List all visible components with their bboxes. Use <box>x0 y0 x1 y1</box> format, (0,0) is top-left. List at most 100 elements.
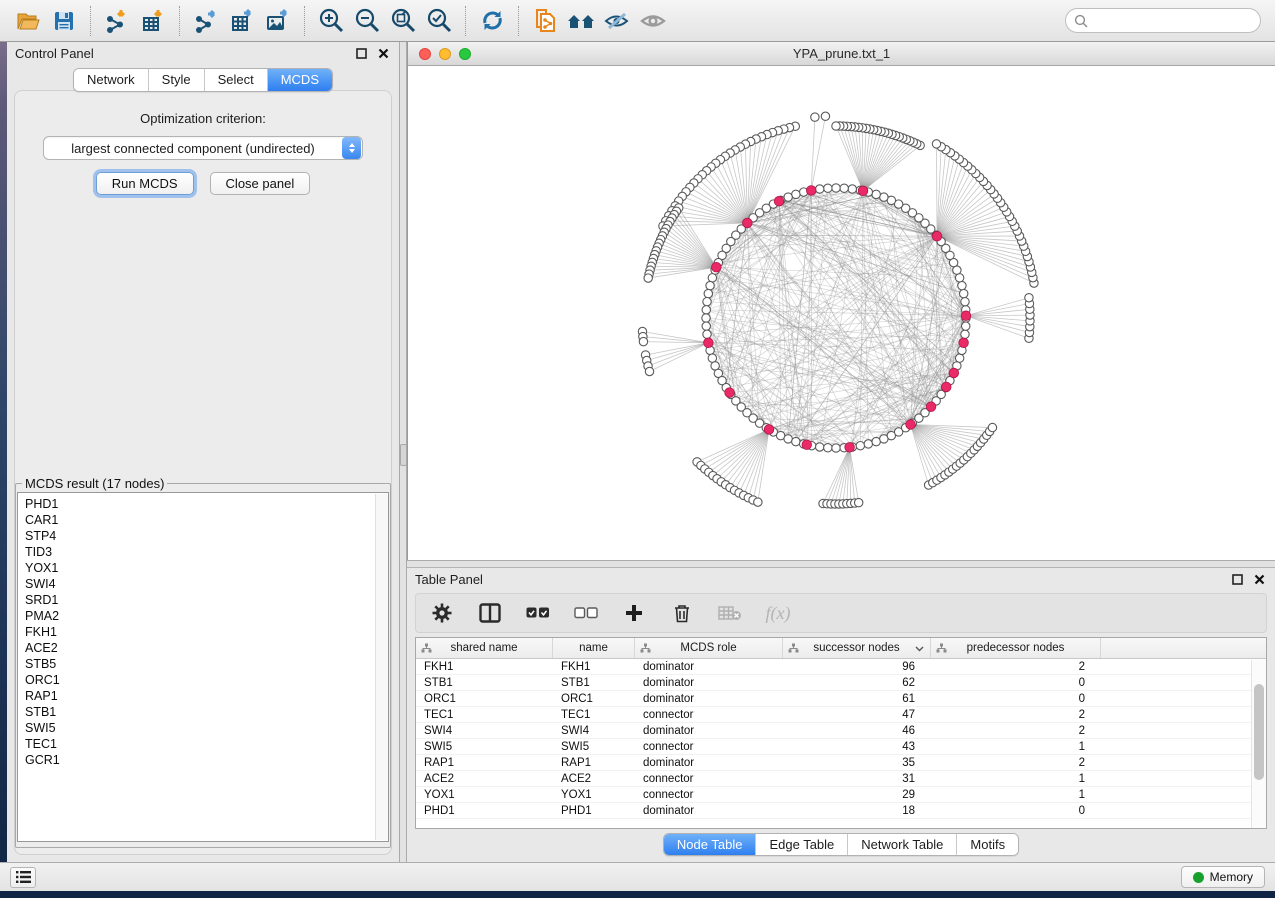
tab-node-table[interactable]: Node Table <box>664 834 756 855</box>
column-header-predecessor-nodes[interactable]: predecessor nodes <box>931 638 1101 658</box>
table-scrollbar[interactable] <box>1251 660 1266 828</box>
mcds-result-item[interactable]: PMA2 <box>25 608 388 624</box>
close-table-panel-icon[interactable] <box>1251 572 1267 588</box>
table-row[interactable]: TEC1TEC1connector472 <box>416 707 1266 723</box>
mcds-result-item[interactable]: STB1 <box>25 704 388 720</box>
function-builder-icon[interactable]: f(x) <box>766 601 790 625</box>
import-table-icon[interactable] <box>138 6 168 36</box>
table-row[interactable]: YOX1YOX1connector291 <box>416 787 1266 803</box>
mcds-result-item[interactable]: SWI4 <box>25 576 388 592</box>
mcds-result-item[interactable]: SWI5 <box>25 720 388 736</box>
task-history-button[interactable] <box>10 867 36 888</box>
deselect-all-icon[interactable] <box>574 601 598 625</box>
float-table-panel-icon[interactable] <box>1229 572 1245 588</box>
mcds-result-item[interactable]: RAP1 <box>25 688 388 704</box>
save-session-icon[interactable] <box>49 6 79 36</box>
close-panel-icon[interactable] <box>375 46 391 62</box>
mcds-result-item[interactable]: CAR1 <box>25 512 388 528</box>
mcds-result-item[interactable]: FKH1 <box>25 624 388 640</box>
table-row[interactable]: SWI4SWI4dominator462 <box>416 723 1266 739</box>
vertical-splitter[interactable] <box>400 42 407 862</box>
mcds-result-item[interactable]: GCR1 <box>25 752 388 768</box>
open-file-icon[interactable] <box>13 6 43 36</box>
mcds-result-item[interactable]: PHD1 <box>25 496 388 512</box>
network-window-titlebar[interactable]: YPA_prune.txt_1 <box>408 42 1275 66</box>
refresh-icon[interactable] <box>477 6 507 36</box>
column-header-shared-name[interactable]: shared name <box>416 638 553 658</box>
run-mcds-button[interactable]: Run MCDS <box>96 172 194 195</box>
zoom-fit-icon[interactable] <box>388 6 418 36</box>
hide-selected-icon[interactable] <box>602 6 632 36</box>
table-cell: STB1 <box>416 677 553 689</box>
network-graph[interactable] <box>408 66 1274 560</box>
splitter-grip[interactable] <box>400 444 407 466</box>
table-cell: dominator <box>635 693 783 705</box>
mcds-result-item[interactable]: ACE2 <box>25 640 388 656</box>
tab-motifs[interactable]: Motifs <box>956 834 1018 855</box>
first-neighbors-icon[interactable] <box>566 6 596 36</box>
network-canvas[interactable] <box>408 66 1275 560</box>
zoom-out-icon[interactable] <box>352 6 382 36</box>
float-panel-icon[interactable] <box>353 46 369 62</box>
minimize-window-icon[interactable] <box>439 48 451 60</box>
table-settings-gear-icon[interactable] <box>430 601 454 625</box>
table-scrollbar-thumb[interactable] <box>1254 684 1264 780</box>
mcds-result-list[interactable]: PHD1CAR1STP4TID3YOX1SWI4SRD1PMA2FKH1ACE2… <box>17 492 389 842</box>
column-type-icon <box>421 643 432 653</box>
column-header-name[interactable]: name <box>553 638 635 658</box>
table-cell: SWI4 <box>553 725 635 737</box>
tab-edge-table[interactable]: Edge Table <box>755 834 847 855</box>
column-header-filler <box>1101 638 1266 658</box>
select-all-icon[interactable] <box>526 601 550 625</box>
table-cell: dominator <box>635 725 783 737</box>
table-row[interactable]: PHD1PHD1dominator180 <box>416 803 1266 819</box>
mcds-result-item[interactable]: STB5 <box>25 656 388 672</box>
zoom-in-icon[interactable] <box>316 6 346 36</box>
table-cell: ACE2 <box>416 773 553 785</box>
table-row[interactable]: ACE2ACE2connector311 <box>416 771 1266 787</box>
horizontal-splitter[interactable] <box>407 560 1275 568</box>
export-network-icon[interactable] <box>191 6 221 36</box>
mcds-result-item[interactable]: SRD1 <box>25 592 388 608</box>
show-all-icon[interactable] <box>638 6 668 36</box>
export-image-icon[interactable] <box>263 6 293 36</box>
tab-mcds[interactable]: MCDS <box>267 69 332 91</box>
column-header-mcds-role[interactable]: MCDS role <box>635 638 783 658</box>
main-toolbar <box>0 0 1275 42</box>
delete-column-icon[interactable] <box>670 601 694 625</box>
export-table-icon[interactable] <box>227 6 257 36</box>
tab-style[interactable]: Style <box>148 69 204 91</box>
tab-select[interactable]: Select <box>204 69 267 91</box>
table-row[interactable]: STB1STB1dominator620 <box>416 675 1266 691</box>
table-row[interactable]: RAP1RAP1dominator352 <box>416 755 1266 771</box>
criterion-select[interactable]: largest connected component (undirected) <box>43 136 363 160</box>
table-row[interactable]: SWI5SWI5connector431 <box>416 739 1266 755</box>
table-row[interactable]: FKH1FKH1dominator962 <box>416 659 1266 675</box>
tab-network-table[interactable]: Network Table <box>847 834 956 855</box>
mcds-result-item[interactable]: TID3 <box>25 544 388 560</box>
close-window-icon[interactable] <box>419 48 431 60</box>
table-row[interactable]: ORC1ORC1dominator610 <box>416 691 1266 707</box>
memory-button[interactable]: Memory <box>1181 866 1265 888</box>
mcds-list-scrollbar[interactable] <box>375 494 388 840</box>
mcds-result-item[interactable]: TEC1 <box>25 736 388 752</box>
zoom-selected-icon[interactable] <box>424 6 454 36</box>
create-column-icon[interactable] <box>622 601 646 625</box>
maximize-window-icon[interactable] <box>459 48 471 60</box>
tab-network[interactable]: Network <box>74 69 148 91</box>
mcds-result-item[interactable]: ORC1 <box>25 672 388 688</box>
mcds-panel: Optimization criterion: largest connecte… <box>14 90 392 855</box>
show-columns-icon[interactable] <box>478 601 502 625</box>
import-network-icon[interactable] <box>102 6 132 36</box>
delete-table-icon[interactable] <box>718 601 742 625</box>
close-panel-button[interactable]: Close panel <box>210 172 311 195</box>
table-cell: 46 <box>783 725 931 737</box>
table-cell: PHD1 <box>416 805 553 817</box>
column-header-successor-nodes[interactable]: successor nodes <box>783 638 931 658</box>
mcds-result-item[interactable]: STP4 <box>25 528 388 544</box>
table-cell: 35 <box>783 757 931 769</box>
search-box[interactable] <box>1065 8 1261 33</box>
mcds-result-item[interactable]: YOX1 <box>25 560 388 576</box>
duplicate-network-icon[interactable] <box>530 6 560 36</box>
search-input[interactable] <box>1093 11 1260 31</box>
